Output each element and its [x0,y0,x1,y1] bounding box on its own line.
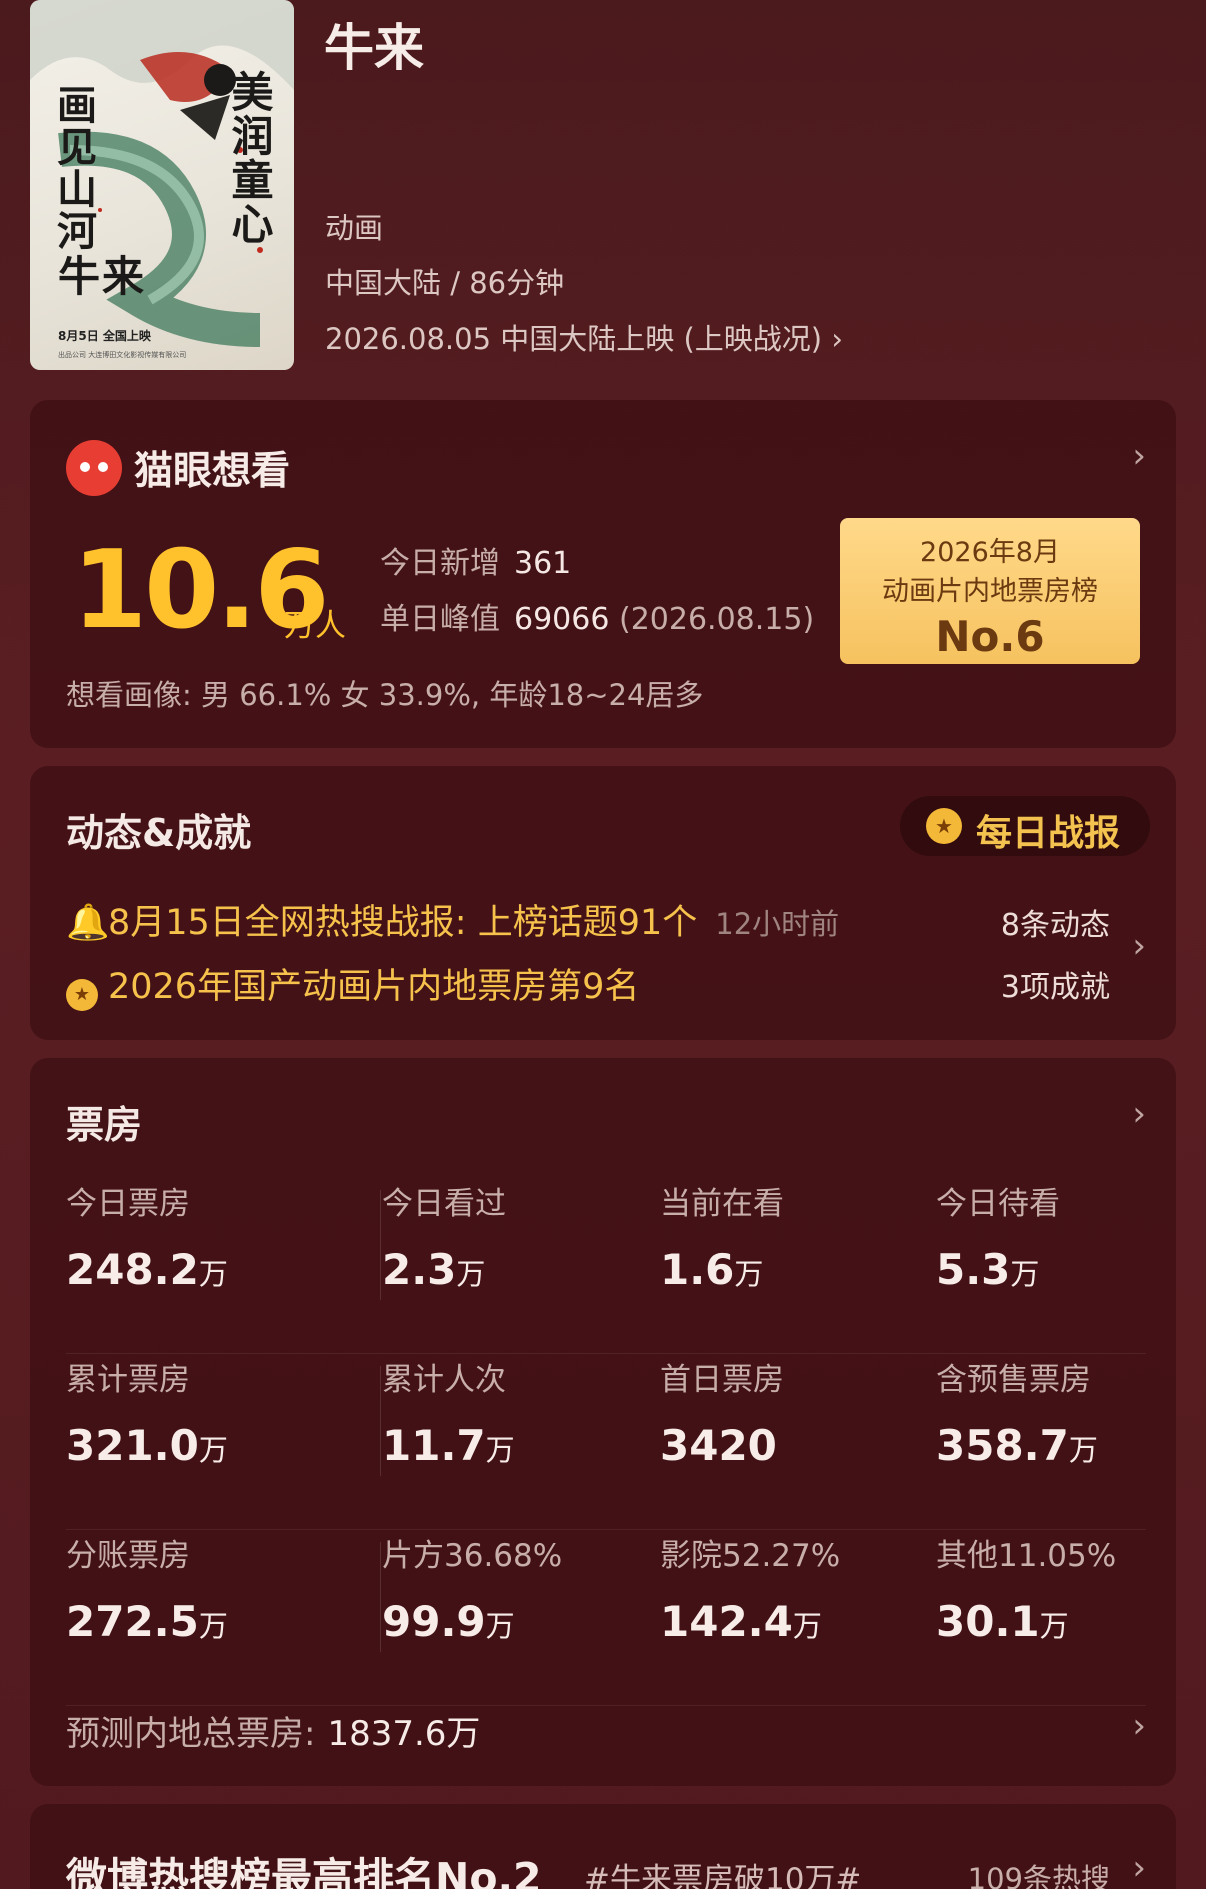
poster-left-calligraphy: 画见山河 [50,84,97,252]
news-achievements-card[interactable]: 动态&成就 ★ 每日战报 🔔8月15日全网热搜战报: 上榜话题91个 12小时前 … [30,766,1176,1040]
column-divider [380,1190,381,1300]
stat-cell: 分账票房 272.5万 [66,1530,228,1646]
stat-cell: 累计人次 11.7万 [382,1354,515,1470]
movie-title: 牛来 [324,19,424,77]
audience-portrait: 想看画像: 男 66.1% 女 33.9%, 年龄18~24居多 [66,678,704,712]
release-info-link[interactable]: 2026.08.05 中国大陆上映 (上映战况) › [325,316,843,358]
stat-value: 272.5万 [66,1597,228,1646]
stat-label: 累计票房 [66,1362,190,1398]
daily-report-label: 每日战报 [976,813,1121,854]
today-new-stat: 今日新增 361 [380,538,571,582]
weibo-hot-search-card[interactable]: 微博热搜榜最高排名No.2 #牛来票房破10万# 109条热搜 › [30,1804,1176,1889]
poster-date: 8月5日 全国上映 [58,329,151,343]
stat-cell: 其他11.05% 30.1万 [936,1530,1116,1646]
rank-category: 动画片内地票房榜 [882,576,1098,607]
stat-label: 影院52.27% [660,1538,841,1574]
column-divider [380,1366,381,1476]
today-new-label: 今日新增 [380,546,500,581]
stat-cell: 今日待看 5.3万 [936,1178,1060,1294]
medal-icon: ★ [66,979,98,1011]
stat-value: 358.7万 [936,1421,1098,1470]
stat-label: 分账票房 [66,1538,190,1574]
stat-cell: 今日票房 248.2万 [66,1178,228,1294]
stat-cell: 累计票房 321.0万 [66,1354,228,1470]
box-office-row: 分账票房 272.5万 片方36.68% 99.9万 影院52.27% 142.4万 … [66,1530,1146,1706]
weibo-count: 109条热搜 [967,1862,1110,1889]
stat-label: 其他11.05% [936,1538,1117,1574]
stat-cell: 影院52.27% 142.4万 [660,1530,840,1646]
daily-peak-value: 69066 [514,602,610,637]
stat-label: 片方36.68% [382,1538,563,1574]
poster-credit: 出品公司 大连博田文化影视传媒有限公司 [58,351,187,359]
medal-icon: ★ [926,808,962,844]
stat-label: 累计人次 [382,1362,506,1398]
stat-label: 今日待看 [936,1186,1060,1222]
stat-label: 今日看过 [382,1186,506,1222]
forecast-label: 预测内地总票房: [66,1714,316,1754]
movie-genre: 动画 [325,211,384,245]
box-office-title: 票房 [66,1103,143,1147]
stat-value: 248.2万 [66,1245,228,1294]
achievement-count: 3项成就 [1000,970,1110,1005]
today-new-value: 361 [514,546,572,581]
movie-poster[interactable]: 画见山河 美润童心 牛来 8月5日 全国上映 出品公司 大连博田文化影视传媒有限… [30,0,294,370]
rank-period: 2026年8月 [920,537,1060,568]
stat-cell: 片方36.68% 99.9万 [382,1530,562,1646]
movie-region-duration: 中国大陆 / 86分钟 [325,266,565,300]
stat-value: 142.4万 [660,1597,822,1646]
achievement-item-text: 2026年国产动画片内地票房第9名 [108,967,640,1007]
chevron-right-icon[interactable]: › [1132,1848,1146,1888]
chevron-right-icon[interactable]: › [1132,926,1146,966]
stat-value: 1.6万 [660,1245,764,1294]
poster-title: 牛来 [58,252,147,301]
stat-value: 5.3万 [936,1245,1040,1294]
box-office-row: 累计票房 321.0万 累计人次 11.7万 首日票房 3420 含预售票房 358.7… [66,1354,1146,1530]
stat-value: 11.7万 [382,1421,515,1470]
weibo-rank-title: 微博热搜榜最高排名No.2 [66,1854,542,1889]
weibo-hashtag[interactable]: #牛来票房破10万# [584,1854,861,1889]
stat-label: 今日票房 [66,1186,190,1222]
maoyan-cat-icon [66,440,122,496]
rank-value: No.6 [935,612,1045,661]
stat-value: 3420 [660,1421,777,1470]
stat-label: 含预售票房 [936,1362,1091,1398]
chevron-right-icon[interactable]: › [1132,1094,1146,1134]
news-count: 8条动态 [1000,908,1110,943]
stat-cell: 今日看过 2.3万 [382,1178,506,1294]
news-item[interactable]: 🔔8月15日全网热搜战报: 上榜话题91个 12小时前 [66,894,839,945]
want-section-title: 猫眼想看 [134,449,291,494]
stat-cell: 当前在看 1.6万 [660,1178,784,1294]
release-text: 2026.08.05 中国大陆上映 (上映战况) [325,322,823,356]
want-unit: 万人 [284,608,346,644]
chevron-right-icon: › [831,322,843,356]
daily-peak-stat: 单日峰值 69066 (2026.08.15) [380,594,814,638]
ranking-badge[interactable]: 2026年8月 动画片内地票房榜 No.6 [840,518,1140,664]
stat-cell: 首日票房 3420 [660,1354,784,1470]
stat-value: 99.9万 [382,1597,515,1646]
stat-label: 首日票房 [660,1362,784,1398]
poster-right-calligraphy: 美润童心 [225,70,274,246]
chevron-right-icon[interactable]: › [1132,436,1146,476]
bell-icon: 🔔 [66,903,110,943]
box-office-grid: 今日票房 248.2万 今日看过 2.3万 当前在看 1.6万 今日待看 5.3万 累计… [66,1178,1146,1706]
daily-peak-label: 单日峰值 [380,602,500,637]
achievement-item[interactable]: ★ 2026年国产动画片内地票房第9名 [66,958,640,1011]
news-section-title: 动态&成就 [66,811,252,855]
stat-cell: 含预售票房 358.7万 [936,1354,1098,1470]
news-item-text: 8月15日全网热搜战报: 上榜话题91个 [108,903,698,943]
column-divider [380,1542,381,1652]
box-office-row: 今日票房 248.2万 今日看过 2.3万 当前在看 1.6万 今日待看 5.3万 [66,1178,1146,1354]
daily-peak-date: (2026.08.15) [618,602,815,637]
news-item-time: 12小时前 [715,907,840,941]
box-office-card[interactable]: 票房 › 今日票房 248.2万 今日看过 2.3万 当前在看 1.6万 今日待看 5.… [30,1058,1176,1786]
forecast-value: 1837.6万 [327,1714,481,1754]
stat-label: 当前在看 [660,1186,784,1222]
stat-value: 321.0万 [66,1421,228,1470]
stat-value: 30.1万 [936,1597,1069,1646]
stat-value: 2.3万 [382,1245,486,1294]
daily-report-button[interactable]: ★ 每日战报 [900,796,1150,856]
want-to-see-card[interactable]: 猫眼想看 › 10.6 万人 今日新增 361 单日峰值 69066 (2026.0… [30,400,1176,748]
forecast-total[interactable]: 预测内地总票房: 1837.6万 [66,1706,480,1755]
chevron-right-icon[interactable]: › [1132,1706,1146,1746]
